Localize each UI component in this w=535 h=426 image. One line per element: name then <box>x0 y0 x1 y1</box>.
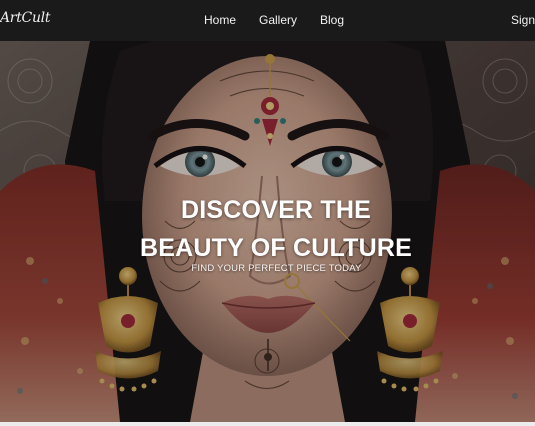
navbar: ArtCult Home Gallery Blog Sign <box>0 0 535 41</box>
hero-title-line-1: DISCOVER THE <box>181 196 371 224</box>
nav-link-blog[interactable]: Blog <box>320 12 344 28</box>
nav-link-gallery[interactable]: Gallery <box>259 12 297 28</box>
nav-link-home[interactable]: Home <box>204 12 236 28</box>
hero-section: DISCOVER THE BEAUTY OF CULTURE FIND YOUR… <box>0 41 535 422</box>
sign-in-link[interactable]: Sign <box>511 12 535 28</box>
main-nav: Home Gallery Blog <box>0 0 535 41</box>
page-bottom-strip <box>0 422 535 426</box>
hero-title: DISCOVER THE BEAUTY OF CULTURE <box>0 191 535 267</box>
hero-title-line-2: BEAUTY OF CULTURE <box>140 234 412 262</box>
hero-subtitle: FIND YOUR PERFECT PIECE TODAY <box>191 263 362 274</box>
